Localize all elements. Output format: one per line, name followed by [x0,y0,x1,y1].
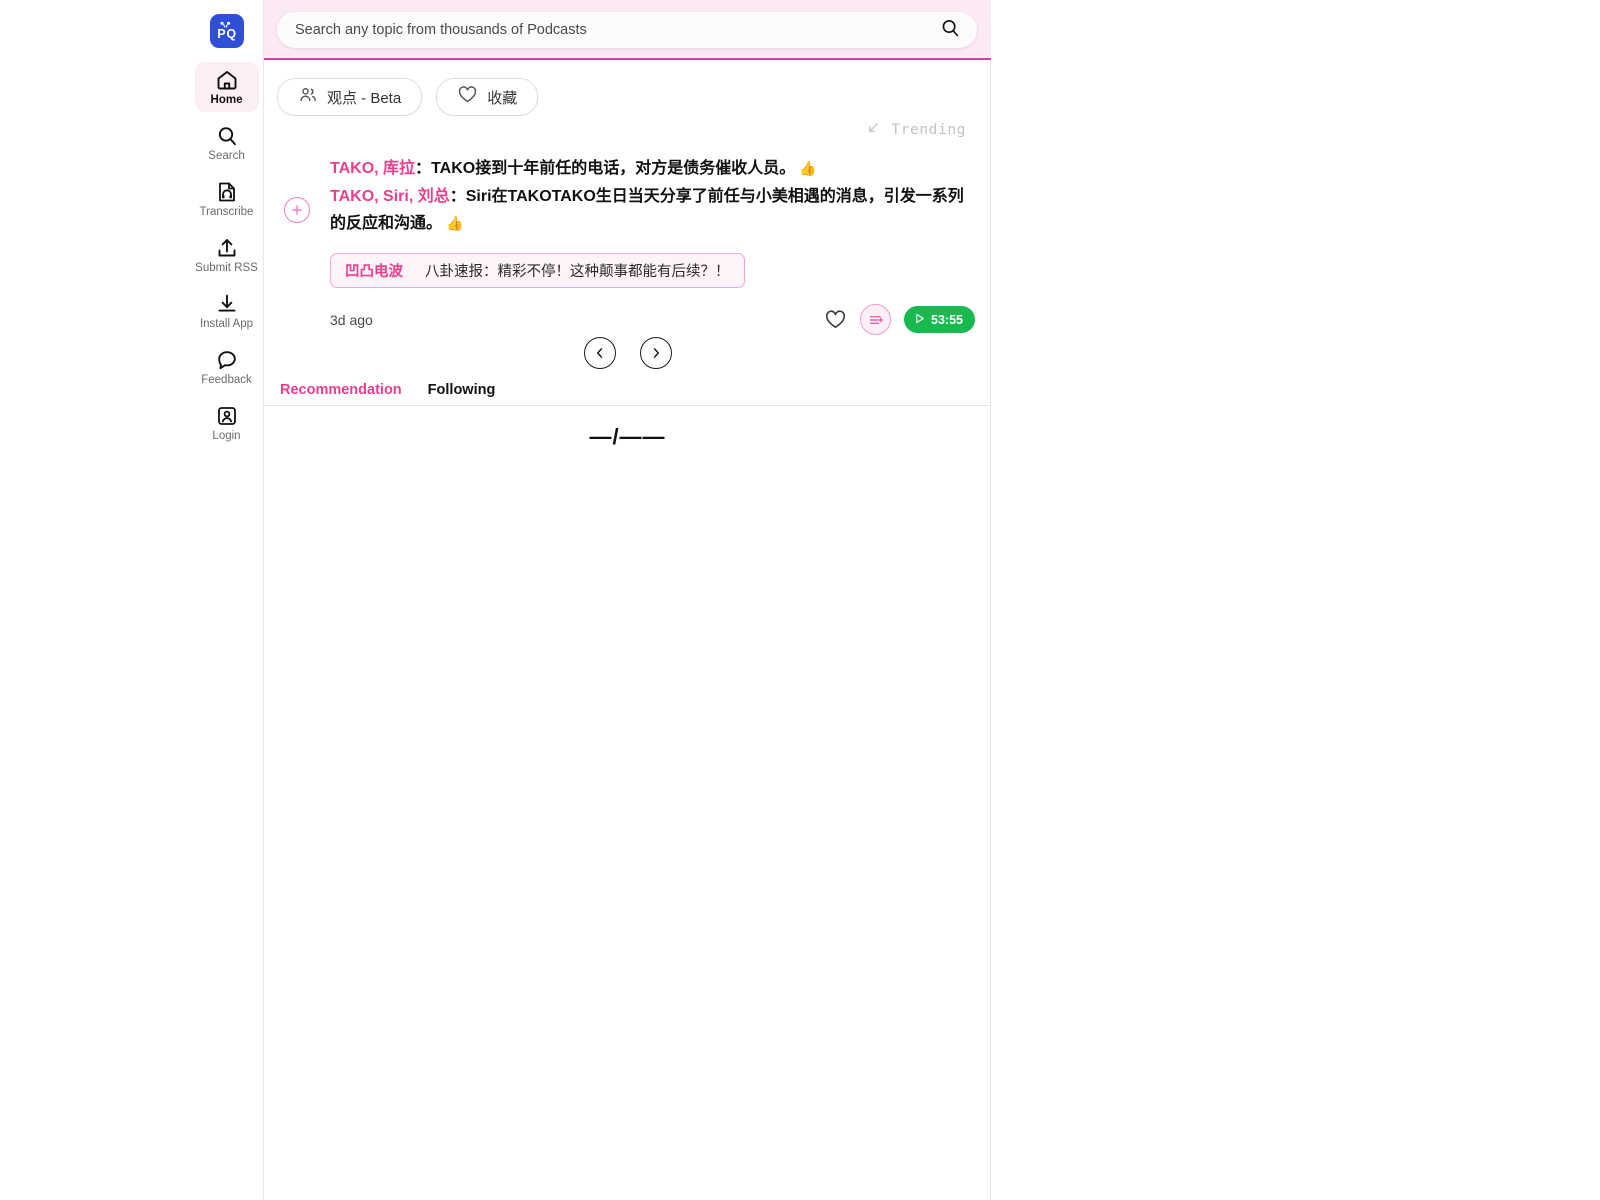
show-name: 凹凸电波 [345,264,403,280]
episode-tag[interactable]: 凹凸电波 八卦速报：精彩不停！这种颠事都能有后续？！ [330,253,745,288]
svg-text:P: P [217,27,225,41]
filter-label: 观点 - Beta [327,89,402,107]
sidebar-item-home[interactable]: Home [194,62,259,112]
search-icon [215,124,239,148]
play-button[interactable]: 53:55 [904,306,975,333]
filter-row: 观点 - Beta 收藏 [277,78,539,116]
main-content: 观点 - Beta 收藏 Trending [264,0,991,1200]
home-icon [215,68,239,92]
filter-button-favorites[interactable]: 收藏 [436,78,539,116]
svg-text:Q: Q [226,27,236,41]
sidebar-item-transcribe[interactable]: Transcribe [195,174,259,224]
podcast-card: TAKO, 库拉：TAKO接到十年前任的电话，对方是债务催收人员。 👍 TAKO,… [280,155,975,335]
sidebar-item-submit-rss[interactable]: Submit RSS [195,230,259,280]
thumbs-up-icon[interactable]: 👍 [799,160,816,176]
summary-separator: ： [415,160,432,177]
trending-label: Trending [891,122,966,138]
empty-placeholder: —/—— [589,424,666,449]
transcript-add-icon[interactable] [860,304,892,335]
app-root: P Q Home Search Transcribe Submit RSS In… [0,0,1600,1200]
filter-label: 收藏 [487,89,518,107]
episode-title: 八卦速报：精彩不停！这种颠事都能有后续？！ [425,264,730,280]
play-duration: 53:55 [931,312,963,327]
summary-line: TAKO, Siri, 刘总：Siri在TAKOTAKO生日当天分享了前任与小美… [330,184,975,237]
sidebar-item-label: Install App [199,317,254,330]
sidebar-item-label: Login [212,429,241,442]
search-icon[interactable] [939,17,961,44]
card-actions: 53:55 [824,304,975,335]
heart-icon [457,84,478,110]
time-ago: 3d ago [330,311,373,328]
carousel-nav [264,337,991,369]
transcribe-icon [215,180,239,204]
summary-speakers: TAKO, Siri, 刘总 [330,188,450,205]
summary-text: TAKO接到十年前任的电话，对方是债务催收人员。 [431,160,796,177]
sidebar-item-feedback[interactable]: Feedback [195,342,259,392]
sidebar-item-install-app[interactable]: Install App [195,286,259,336]
sidebar-item-label: Feedback [201,373,252,386]
trending-indicator: Trending [866,120,966,140]
download-icon [215,292,239,316]
tab-recommendation[interactable]: Recommendation [280,382,402,398]
upload-icon [215,236,239,260]
plus-circle-icon[interactable] [284,197,310,223]
tabs-divider [264,405,991,406]
summary-speakers: TAKO, 库拉 [330,160,416,177]
sidebar-item-label: Home [210,93,243,106]
sidebar-item-label: Search [208,149,245,162]
card-meta-row: 3d ago 53:55 [280,304,975,335]
sidebar-item-label: Submit RSS [195,261,258,274]
summary-line: TAKO, 库拉：TAKO接到十年前任的电话，对方是债务催收人员。 👍 [330,155,975,182]
card-body: TAKO, 库拉：TAKO接到十年前任的电话，对方是债务催收人员。 👍 TAKO,… [280,155,975,288]
summary-separator: ： [449,188,466,205]
thumbs-up-icon[interactable]: 👍 [446,215,463,231]
user-badge-icon [215,404,239,428]
sidebar-item-login[interactable]: Login [195,398,259,448]
people-icon [298,85,318,110]
chat-bubble-icon [215,348,239,372]
search-input[interactable] [293,21,939,39]
sidebar-item-search[interactable]: Search [195,118,259,168]
header-bar [264,0,991,60]
play-icon [913,312,926,328]
filter-button-viewpoint[interactable]: 观点 - Beta [277,78,423,116]
chevron-right-circle-icon[interactable] [639,337,672,369]
arrow-down-left-icon [866,120,881,140]
logo-icon: P Q [217,21,236,41]
feed-tabs: Recommendation Following [264,375,991,405]
favorite-button[interactable] [824,308,847,331]
tab-following[interactable]: Following [428,382,496,398]
sidebar: P Q Home Search Transcribe Submit RSS In… [190,0,264,1200]
sidebar-item-label: Transcribe [199,205,254,218]
search-bar[interactable] [277,12,977,48]
chevron-left-circle-icon[interactable] [583,337,616,369]
app-logo[interactable]: P Q [209,14,244,48]
